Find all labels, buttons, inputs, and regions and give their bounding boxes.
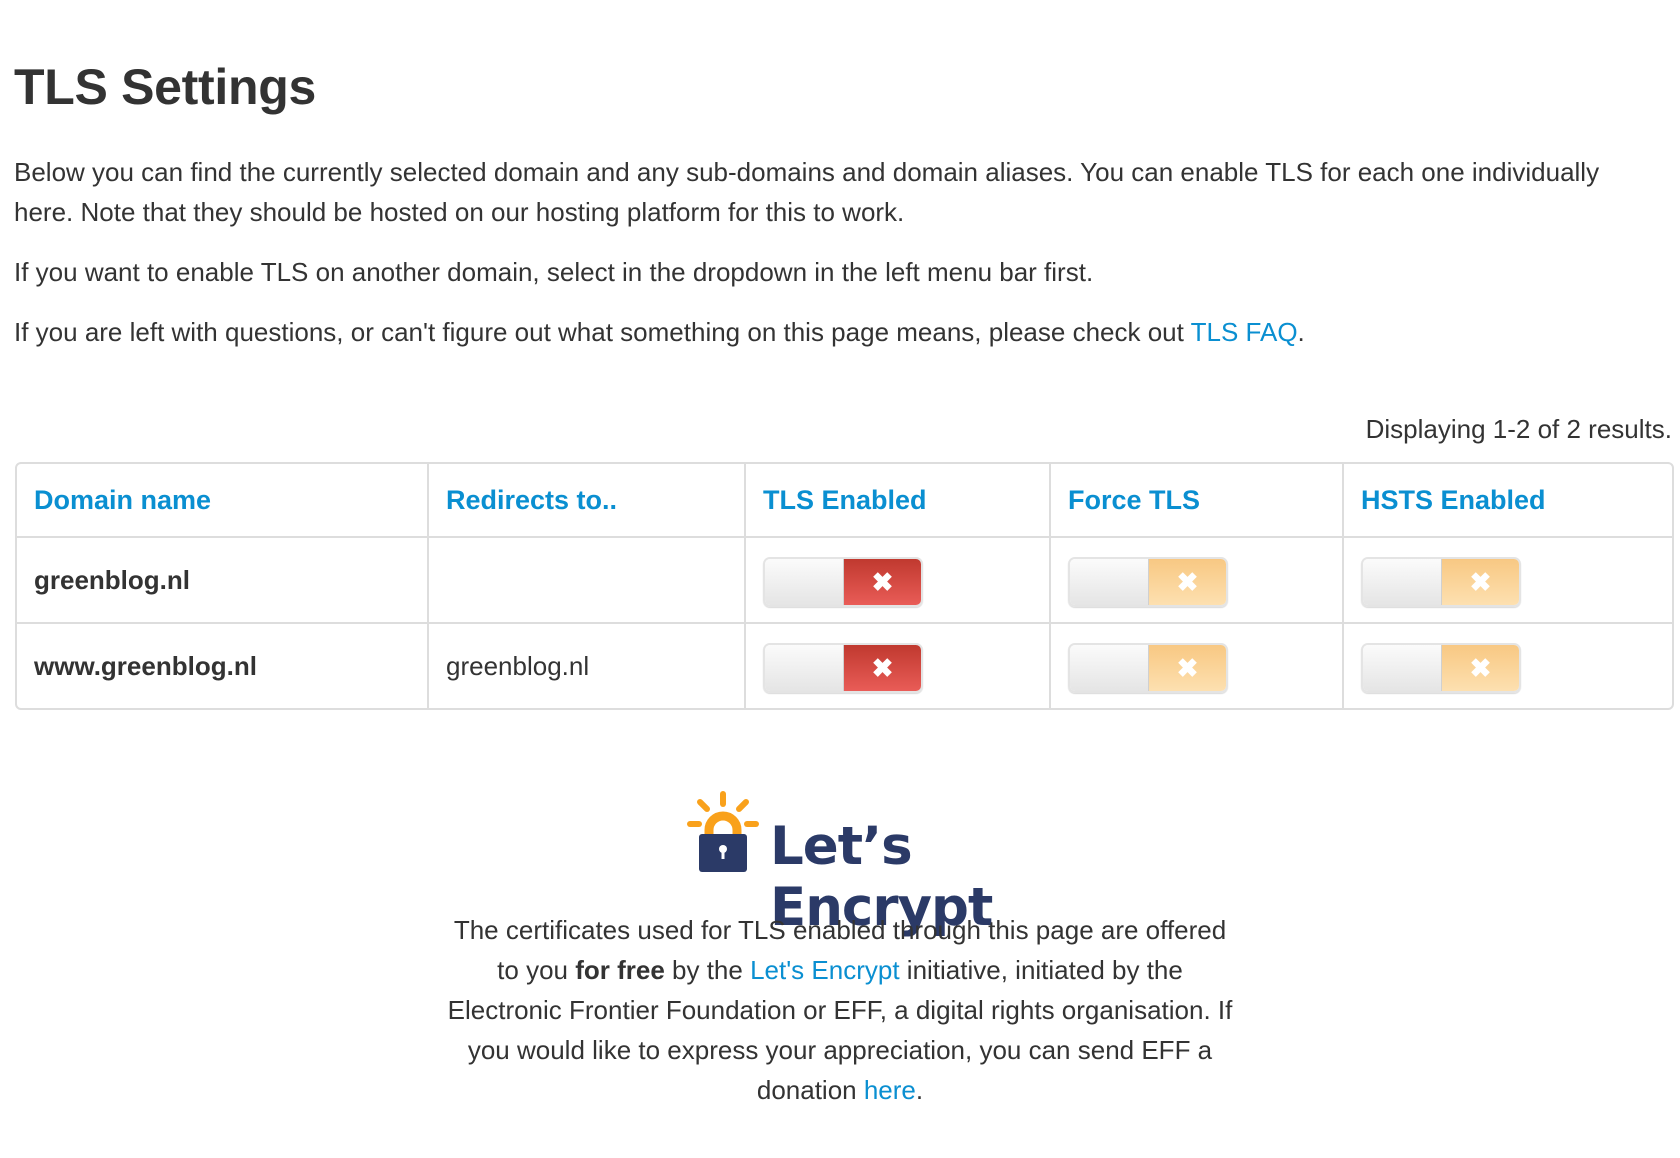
hsts-enabled-toggle[interactable]: ✖	[1361, 643, 1521, 693]
x-icon: ✖	[1149, 645, 1226, 691]
description-text: .	[915, 1075, 924, 1105]
lets-encrypt-logo: Let’s Encrypt	[678, 790, 1098, 938]
force-tls-toggle[interactable]: ✖	[1068, 643, 1228, 693]
faq-text-end: .	[1297, 317, 1305, 347]
x-icon: ✖	[1442, 645, 1519, 691]
domains-table: Domain name Redirects to.. TLS Enabled F…	[15, 462, 1674, 710]
hsts-enabled-toggle[interactable]: ✖	[1361, 557, 1521, 607]
toggle-handle	[765, 559, 844, 605]
table-row: www.greenblog.nl greenblog.nl ✖ ✖ ✖	[17, 624, 1672, 708]
faq-text: If you are left with questions, or can't…	[14, 317, 1191, 347]
lets-encrypt-description: The certificates used for TLS enabled th…	[440, 910, 1240, 1110]
table-row: greenblog.nl ✖ ✖ ✖	[17, 538, 1672, 624]
hsts-enabled-cell: ✖	[1344, 538, 1672, 624]
tls-enabled-toggle[interactable]: ✖	[763, 643, 923, 693]
domain-name-cell: greenblog.nl	[17, 538, 429, 624]
x-icon: ✖	[1149, 559, 1226, 605]
intro-paragraph: Below you can find the currently selecte…	[14, 157, 1600, 227]
dropdown-hint-paragraph: If you want to enable TLS on another dom…	[14, 257, 1094, 287]
column-header-domain-name[interactable]: Domain name	[17, 464, 429, 538]
toggle-handle	[765, 645, 844, 691]
toggle-handle	[1070, 645, 1149, 691]
table-header-row: Domain name Redirects to.. TLS Enabled F…	[17, 464, 1672, 538]
redirects-to-cell: greenblog.nl	[429, 624, 746, 708]
tls-enabled-toggle[interactable]: ✖	[763, 557, 923, 607]
padlock-sun-icon	[687, 791, 759, 872]
column-header-redirects-to[interactable]: Redirects to..	[429, 464, 746, 538]
tls-faq-link[interactable]: TLS FAQ	[1191, 317, 1298, 347]
column-header-force-tls[interactable]: Force TLS	[1051, 464, 1344, 538]
results-summary: Displaying 1-2 of 2 results.	[1365, 414, 1672, 444]
tls-enabled-cell: ✖	[746, 538, 1051, 624]
for-free-emphasis: for free	[575, 955, 665, 985]
column-header-tls-enabled[interactable]: TLS Enabled	[746, 464, 1051, 538]
lets-encrypt-link[interactable]: Let's Encrypt	[750, 955, 899, 985]
eff-donation-link[interactable]: here	[864, 1075, 916, 1105]
faq-paragraph: If you are left with questions, or can't…	[14, 312, 1654, 352]
column-header-hsts-enabled[interactable]: HSTS Enabled	[1344, 464, 1672, 538]
toggle-handle	[1070, 559, 1149, 605]
toggle-handle	[1363, 645, 1442, 691]
page-title: TLS Settings	[14, 59, 316, 115]
tls-enabled-cell: ✖	[746, 624, 1051, 708]
description-text: by the	[664, 955, 751, 985]
toggle-handle	[1363, 559, 1442, 605]
x-icon: ✖	[844, 559, 921, 605]
x-icon: ✖	[1442, 559, 1519, 605]
redirects-to-cell	[429, 538, 746, 624]
domain-name-cell: www.greenblog.nl	[17, 624, 429, 708]
x-icon: ✖	[844, 645, 921, 691]
force-tls-cell: ✖	[1051, 538, 1344, 624]
force-tls-cell: ✖	[1051, 624, 1344, 708]
hsts-enabled-cell: ✖	[1344, 624, 1672, 708]
force-tls-toggle[interactable]: ✖	[1068, 557, 1228, 607]
